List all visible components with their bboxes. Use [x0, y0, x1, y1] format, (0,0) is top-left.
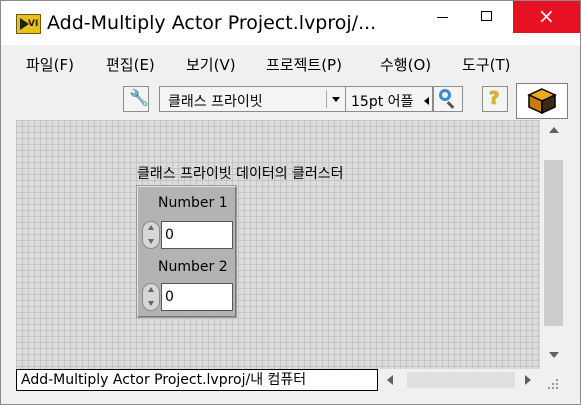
- menu-file[interactable]: 파일(F): [26, 54, 74, 75]
- scroll-up-icon[interactable]: [549, 127, 559, 133]
- vertical-scrollbar[interactable]: [541, 120, 566, 369]
- scope-selector-value: 클래스 프라이빗: [168, 94, 263, 110]
- app-icon-text: VI: [28, 19, 39, 29]
- search-icon-handle: [446, 101, 455, 109]
- title-bar[interactable]: VI Add-Multiply Actor Project.lvproj/...…: [1, 1, 580, 45]
- text-settings-selector[interactable]: 15pt 어플: [345, 86, 433, 112]
- number-2-input[interactable]: 0: [161, 283, 233, 311]
- number-1-input[interactable]: 0: [161, 221, 233, 249]
- chevron-down-icon: [332, 97, 340, 102]
- front-panel-canvas[interactable]: 클래스 프라이빗 데이터의 클러스터 Number 1 0 Number 2 0: [16, 120, 540, 369]
- maximize-button[interactable]: [464, 1, 510, 33]
- menu-bar: 파일(F) 편집(E) 보기(V) 프로젝트(P) 수행(O) 도구(T): [16, 46, 516, 80]
- number-2-increment-decrement[interactable]: [142, 283, 160, 311]
- minimize-icon: [437, 17, 448, 18]
- text-settings-value: 15pt 어플: [351, 94, 414, 110]
- increment-arrow-icon: [148, 225, 154, 230]
- scope-selector-divider: [326, 90, 327, 108]
- toolbar: 🔧 클래스 프라이빗 15pt 어플 ?: [16, 81, 516, 119]
- menu-operate[interactable]: 수행(O): [380, 54, 431, 75]
- minimize-button[interactable]: [419, 1, 465, 33]
- increment-arrow-icon: [148, 287, 154, 292]
- scroll-right-icon[interactable]: [525, 375, 531, 385]
- vertical-scroll-thumb[interactable]: [544, 160, 563, 326]
- decrement-arrow-icon: [148, 301, 154, 306]
- menu-project[interactable]: 프로젝트(P): [266, 54, 342, 75]
- scope-selector[interactable]: 클래스 프라이빗: [159, 86, 353, 112]
- context-help-button[interactable]: ?: [482, 86, 508, 112]
- close-icon: ×: [538, 4, 555, 28]
- maximize-icon: [481, 11, 492, 21]
- labview-class-window: VI Add-Multiply Actor Project.lvproj/...…: [0, 0, 581, 405]
- wrench-icon: 🔧: [129, 88, 149, 107]
- cluster-caption: 클래스 프라이빗 데이터의 클러스터: [137, 166, 344, 182]
- private-data-cluster[interactable]: Number 1 0 Number 2 0: [136, 185, 237, 318]
- resize-grip-icon[interactable]: [546, 377, 560, 391]
- menu-view[interactable]: 보기(V): [186, 54, 236, 75]
- number-1-label: Number 1: [158, 195, 228, 211]
- project-path-status: Add-Multiply Actor Project.lvproj/내 컴퓨터: [16, 369, 378, 391]
- menu-tools[interactable]: 도구(T): [462, 54, 510, 75]
- search-button[interactable]: [433, 86, 463, 112]
- help-icon: ?: [489, 88, 500, 109]
- labview-app-icon[interactable]: VI: [16, 14, 41, 34]
- menu-edit[interactable]: 편집(E): [106, 54, 155, 75]
- class-icon[interactable]: [516, 83, 568, 119]
- close-button[interactable]: ×: [513, 1, 580, 33]
- chevron-left-icon: [424, 97, 429, 105]
- properties-button[interactable]: 🔧: [123, 86, 149, 112]
- scroll-down-icon[interactable]: [549, 352, 559, 358]
- search-icon: [439, 89, 451, 101]
- number-1-increment-decrement[interactable]: [142, 221, 160, 249]
- number-2-label: Number 2: [158, 259, 228, 275]
- horizontal-scrollbar[interactable]: [379, 369, 540, 391]
- decrement-arrow-icon: [148, 239, 154, 244]
- cube-icon: [527, 88, 557, 115]
- horizontal-scroll-thumb[interactable]: [407, 372, 515, 388]
- window-title: Add-Multiply Actor Project.lvproj/...: [47, 12, 377, 34]
- scroll-left-icon[interactable]: [387, 375, 393, 385]
